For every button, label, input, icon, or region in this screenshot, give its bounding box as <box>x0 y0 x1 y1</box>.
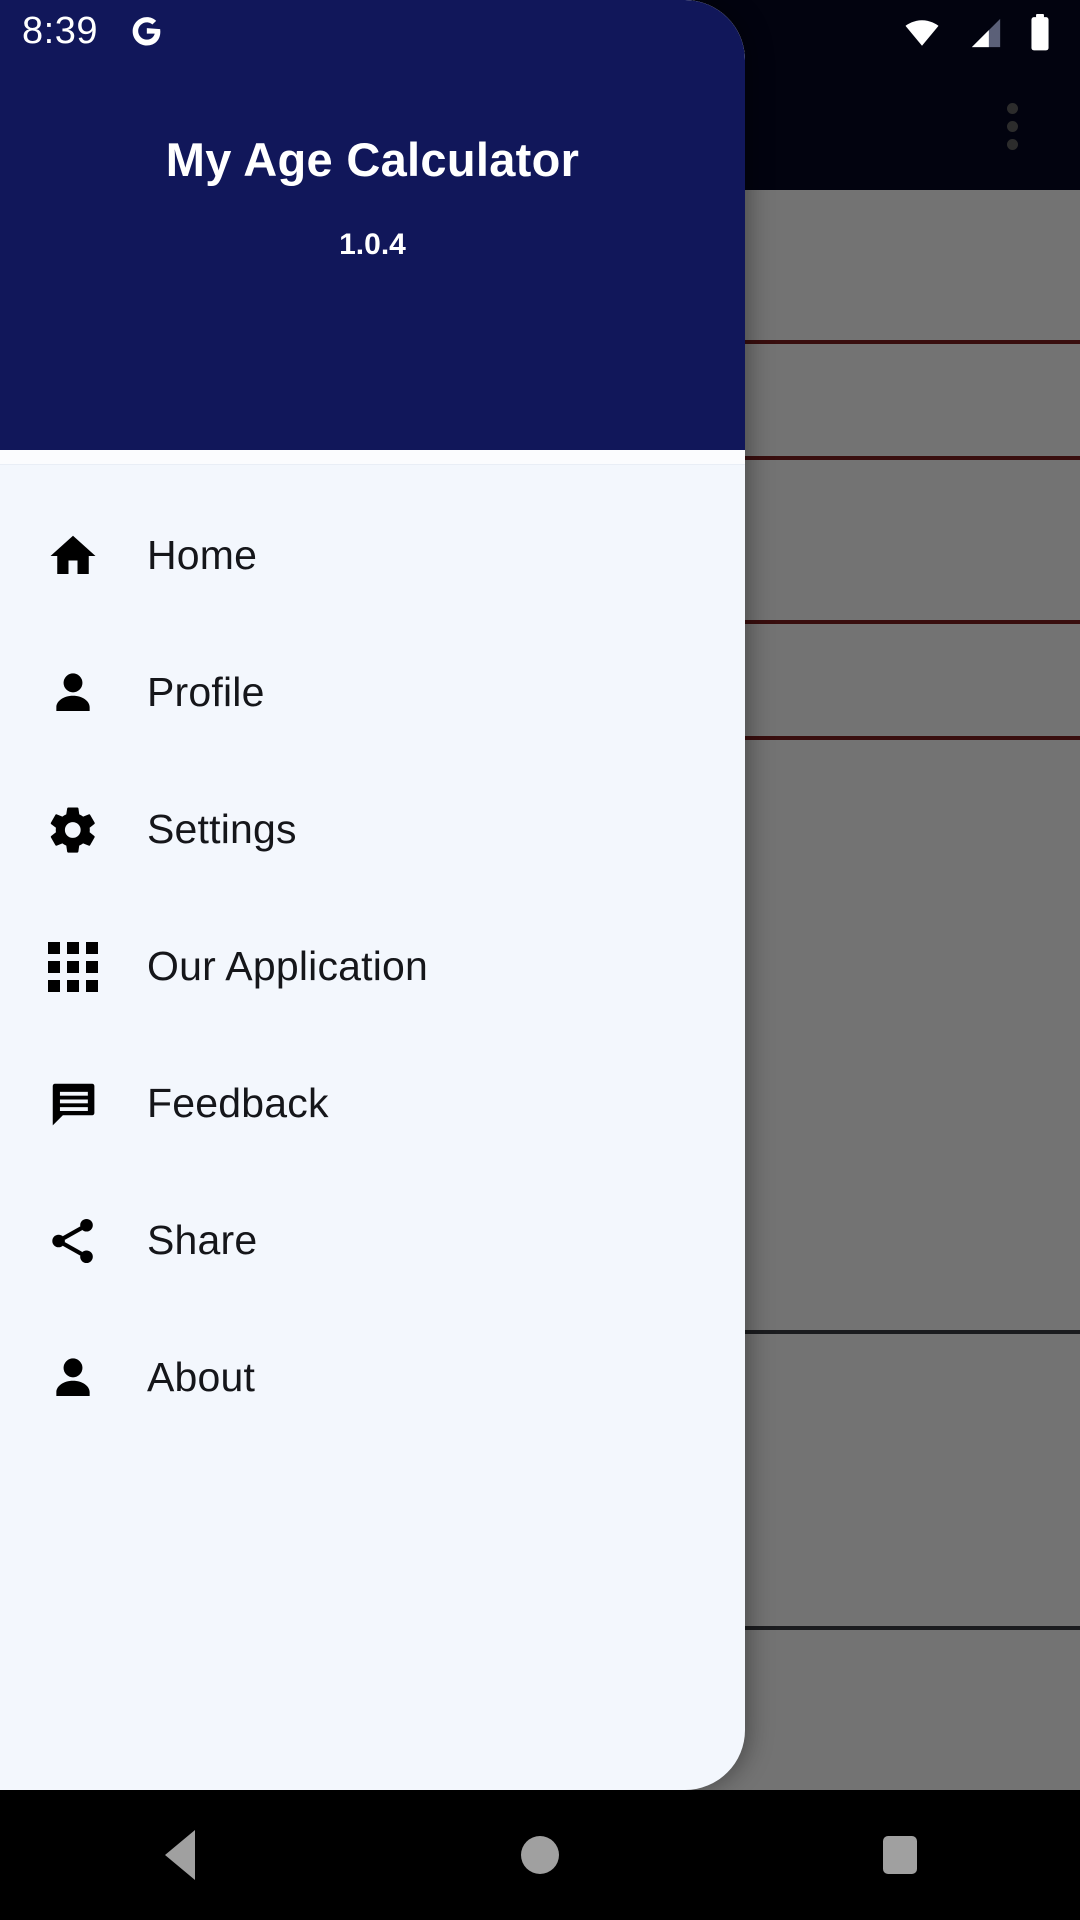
google-g-icon <box>126 11 166 51</box>
drawer-item-label: Share <box>147 1217 258 1263</box>
gear-icon <box>45 802 101 858</box>
person-icon <box>45 1350 101 1406</box>
home-circle-icon <box>521 1836 559 1874</box>
status-bar-icons <box>900 14 1052 57</box>
drawer-menu-list: Home Profile Settings Our Application Fe… <box>0 465 745 1446</box>
chat-bubble-icon <box>45 1076 101 1132</box>
navigation-drawer: 8:39 My Age Calculator 1.0.4 Home Profil… <box>0 0 745 1790</box>
drawer-header: 8:39 My Age Calculator 1.0.4 <box>0 0 745 450</box>
drawer-item-label: Our Application <box>147 943 429 989</box>
drawer-item-our-application[interactable]: Our Application <box>0 898 745 1035</box>
drawer-item-about[interactable]: About <box>0 1309 745 1446</box>
page-title: My Age Calculator <box>165 133 580 186</box>
drawer-status-row: 8:39 <box>0 0 745 62</box>
apps-grid-icon <box>45 939 101 995</box>
nav-home-button[interactable] <box>480 1790 600 1920</box>
drawer-item-profile[interactable]: Profile <box>0 624 745 761</box>
person-icon <box>45 665 101 721</box>
share-icon <box>45 1213 101 1269</box>
cell-signal-icon <box>966 16 1006 55</box>
back-triangle-icon <box>165 1830 195 1880</box>
drawer-divider <box>0 450 745 465</box>
home-icon <box>45 528 101 584</box>
drawer-item-share[interactable]: Share <box>0 1172 745 1309</box>
status-time: 8:39 <box>22 10 98 52</box>
drawer-item-label: Profile <box>147 669 265 715</box>
recents-square-icon <box>883 1836 917 1874</box>
drawer-item-label: Settings <box>147 806 297 852</box>
drawer-item-label: About <box>147 1354 256 1400</box>
wifi-icon <box>900 16 944 55</box>
battery-full-icon <box>1028 14 1052 57</box>
phone-screen: 8:39 My Age Calculator 1.0.4 Home Profil… <box>0 0 1080 1920</box>
drawer-item-home[interactable]: Home <box>0 487 745 624</box>
nav-back-button[interactable] <box>120 1790 240 1920</box>
drawer-item-label: Feedback <box>147 1080 329 1126</box>
drawer-item-settings[interactable]: Settings <box>0 761 745 898</box>
nav-recents-button[interactable] <box>840 1790 960 1920</box>
drawer-item-feedback[interactable]: Feedback <box>0 1035 745 1172</box>
drawer-item-label: Home <box>147 532 258 578</box>
system-navigation-bar <box>0 1790 1080 1920</box>
app-version: 1.0.4 <box>339 228 406 261</box>
